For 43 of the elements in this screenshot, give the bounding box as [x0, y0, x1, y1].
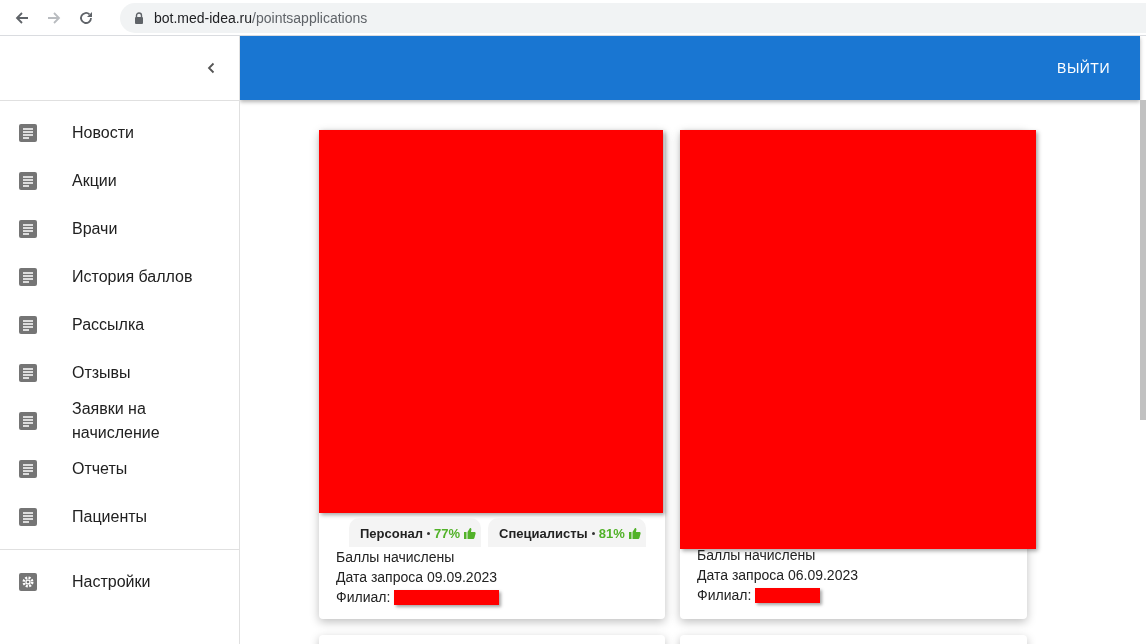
document-icon	[19, 220, 37, 238]
back-arrow-icon[interactable]	[14, 9, 30, 26]
document-icon	[19, 364, 37, 382]
document-icon	[19, 508, 37, 526]
branch-label: Филиал:	[697, 586, 752, 605]
rating-value: 77%	[434, 525, 461, 541]
sidebar-item[interactable]: Настройки	[0, 558, 239, 606]
request-date: Дата запроса 09.09.2023	[336, 568, 498, 587]
sidebar-item[interactable]: Врачи	[0, 205, 239, 253]
thumbs-up-icon	[628, 527, 641, 539]
thumbs-up-icon	[464, 527, 477, 539]
sidebar-item[interactable]: Заявки на начисление	[0, 397, 239, 445]
logout-button[interactable]: ВЫЙТИ	[1049, 54, 1118, 82]
document-icon	[19, 412, 37, 430]
sidebar-item[interactable]: Пациенты	[0, 493, 239, 541]
sidebar-item[interactable]: Отзывы	[0, 349, 239, 397]
url-text: bot.med-idea.ru/pointsapplications	[154, 9, 368, 26]
sidebar-item[interactable]: Акции	[0, 157, 239, 205]
address-bar[interactable]: bot.med-idea.ru/pointsapplications	[120, 2, 1146, 33]
sidebar-item[interactable]: Новости	[0, 109, 239, 157]
scrollbar[interactable]	[1140, 100, 1146, 420]
status-text: Баллы начислены	[697, 546, 817, 565]
rating-value: 81%	[598, 525, 625, 541]
gear-icon	[19, 573, 37, 591]
lock-icon	[134, 11, 144, 24]
sidebar-item[interactable]: Рассылка	[0, 301, 239, 349]
sidebar-item[interactable]: Отчеты	[0, 445, 239, 493]
document-icon	[19, 124, 37, 142]
request-date: Дата запроса 06.09.2023	[697, 566, 859, 585]
reload-icon[interactable]	[78, 9, 94, 26]
redaction-block	[755, 587, 821, 603]
chevron-left-icon[interactable]	[207, 62, 215, 74]
document-icon	[19, 460, 37, 478]
document-icon	[19, 316, 37, 334]
branch-label: Филиал:	[336, 588, 391, 607]
separator-dot	[427, 531, 431, 535]
document-icon	[19, 172, 37, 190]
rating-label: Персонал	[360, 525, 424, 541]
rating-label: Специалисты	[499, 525, 588, 541]
status-text: Баллы начислены	[336, 548, 456, 567]
document-icon	[19, 268, 37, 286]
separator-dot	[591, 531, 595, 535]
sidebar-item[interactable]: История баллов	[0, 253, 239, 301]
